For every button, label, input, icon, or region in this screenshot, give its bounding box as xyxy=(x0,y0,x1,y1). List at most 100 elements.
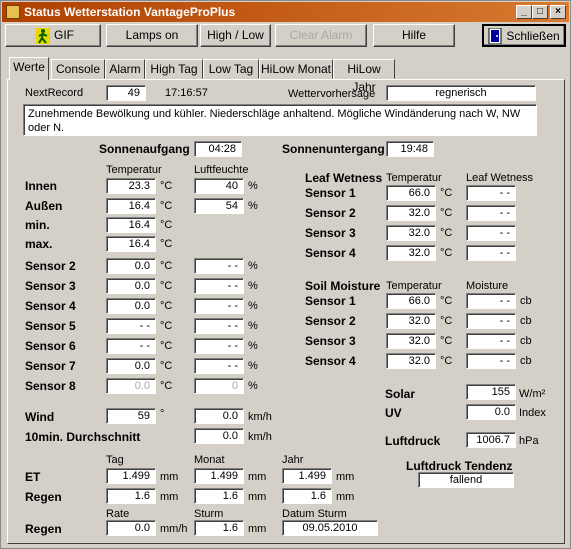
unit-cb: cb xyxy=(520,355,532,367)
high-low-button[interactable]: High / Low xyxy=(200,24,271,47)
unit-mm: mm xyxy=(248,471,267,483)
unit-mm: mm xyxy=(336,491,355,503)
unit-mmh: mm/h xyxy=(160,523,188,535)
solar-label: Solar xyxy=(385,387,416,401)
col-datum-sturm: Datum Sturm xyxy=(282,508,347,520)
soil-temperature-value: 32.0 xyxy=(386,333,436,349)
unit-celsius: °C xyxy=(440,335,453,347)
forecast-text: Zunehmende Bewölkung und kühler. Nieders… xyxy=(23,104,537,136)
temperature-value: 16.4 xyxy=(106,236,156,252)
soil-moisture-value: - - xyxy=(466,293,516,309)
hilfe-button[interactable]: Hilfe xyxy=(373,24,455,47)
regen-rate: 0.0 xyxy=(106,520,156,536)
humidity-value: - - xyxy=(194,298,244,314)
next-record-value: 49 xyxy=(106,85,146,101)
clear-alarm-button[interactable]: Clear Alarm xyxy=(275,24,367,47)
minimize-button[interactable]: _ xyxy=(516,5,532,19)
forecast-label: Wettervorhersage xyxy=(288,88,376,100)
window-title: Status Wetterstation VantageProPlus xyxy=(24,5,236,19)
title-bar: Status Wetterstation VantageProPlus _ □ … xyxy=(2,2,569,22)
wind-avg: 0.0 xyxy=(194,428,244,444)
temperature-value: 0.0 xyxy=(106,258,156,274)
soil-moisture-value: - - xyxy=(466,313,516,329)
soil-sensor-label: Sensor 3 xyxy=(305,334,356,348)
tab-console[interactable]: Console xyxy=(51,59,105,79)
regen-monat: 1.6 xyxy=(194,488,244,504)
unit-percent: % xyxy=(248,260,258,272)
leaf-sensor-label: Sensor 3 xyxy=(305,226,356,240)
humidity-value: 54 xyxy=(194,198,244,214)
solar-value: 155 xyxy=(466,384,516,400)
humidity-value: - - xyxy=(194,338,244,354)
next-record-label: NextRecord xyxy=(25,87,84,99)
col-rate: Rate xyxy=(106,508,130,520)
main-window: Status Wetterstation VantageProPlus _ □ … xyxy=(0,0,571,549)
schliessen-button[interactable]: Schließen xyxy=(482,24,566,47)
sunrise-value: 04:28 xyxy=(194,141,242,157)
unit-celsius: °C xyxy=(440,207,453,219)
et-label: ET xyxy=(25,470,41,484)
sensor-row-label: Sensor 8 xyxy=(25,379,76,393)
unit-kmh: km/h xyxy=(248,411,272,423)
humidity-value: - - xyxy=(194,358,244,374)
close-button[interactable]: × xyxy=(550,5,566,19)
tab-hilow-jahr[interactable]: HiLow Jahr xyxy=(333,59,395,94)
humidity-value: 40 xyxy=(194,178,244,194)
unit-mm: mm xyxy=(160,471,179,483)
schliessen-label: Schließen xyxy=(506,29,560,43)
unit-celsius: °C xyxy=(440,227,453,239)
soil-moisture-title: Soil Moisture xyxy=(305,279,381,293)
unit-mm: mm xyxy=(336,471,355,483)
tab-hilow-monat[interactable]: HiLow Monat xyxy=(259,59,333,79)
tab-high-tag[interactable]: High Tag xyxy=(145,59,203,79)
regen-tag: 1.6 xyxy=(106,488,156,504)
unit-celsius: °C xyxy=(160,380,173,392)
temperature-value: - - xyxy=(106,338,156,354)
unit-percent: % xyxy=(248,280,258,292)
pressure-trend-value: fallend xyxy=(418,472,514,488)
unit-celsius: °C xyxy=(160,219,173,231)
leaf-wetness-title: Leaf Wetness xyxy=(305,171,383,185)
temperature-value: 0.0 xyxy=(106,358,156,374)
col-luftfeuchte: Luftfeuchte xyxy=(194,164,249,176)
sensor-row-label: Sensor 2 xyxy=(25,259,76,273)
soil-sensor-label: Sensor 1 xyxy=(305,294,356,308)
tab-low-tag[interactable]: Low Tag xyxy=(203,59,259,79)
unit-deg: ° xyxy=(160,408,165,420)
regen-rate-label: Regen xyxy=(25,522,62,536)
unit-celsius: °C xyxy=(160,340,173,352)
unit-celsius: °C xyxy=(160,360,173,372)
unit-kmh-avg: km/h xyxy=(248,431,272,443)
lamps-on-button[interactable]: Lamps on xyxy=(106,24,198,47)
leaf-wetness-value: - - xyxy=(466,225,516,241)
leaf-temperature-value: 32.0 xyxy=(386,205,436,221)
sensor-row-label: min. xyxy=(25,218,50,232)
tab-werte[interactable]: Werte xyxy=(9,57,49,80)
unit-cb: cb xyxy=(520,315,532,327)
soil-sensor-label: Sensor 4 xyxy=(305,354,356,368)
sensor-row-label: Sensor 7 xyxy=(25,359,76,373)
col-tag: Tag xyxy=(106,454,124,466)
sensor-row-label: Sensor 5 xyxy=(25,319,76,333)
unit-celsius: °C xyxy=(160,260,173,272)
soil-moisture-value: - - xyxy=(466,353,516,369)
unit-mm: mm xyxy=(248,523,267,535)
unit-percent: % xyxy=(248,180,258,192)
pressure-label: Luftdruck xyxy=(385,434,441,448)
leaf-temperature-value: 32.0 xyxy=(386,245,436,261)
temperature-value: 23.3 xyxy=(106,178,156,194)
leaf-wetness-value: - - xyxy=(466,185,516,201)
maximize-button[interactable]: □ xyxy=(532,5,548,19)
unit-celsius: °C xyxy=(440,295,453,307)
pressure-trend-label: Luftdruck Tendenz xyxy=(406,459,513,473)
unit-celsius: °C xyxy=(160,280,173,292)
unit-celsius: °C xyxy=(160,200,173,212)
unit-hpa: hPa xyxy=(519,435,539,447)
unit-celsius: °C xyxy=(160,238,173,250)
temperature-value: 0.0 xyxy=(106,378,156,394)
gif-button[interactable]: GIF xyxy=(5,24,101,47)
tab-alarm[interactable]: Alarm xyxy=(105,59,145,79)
sensor-row-label: Innen xyxy=(25,179,57,193)
unit-index: Index xyxy=(519,407,546,419)
unit-percent: % xyxy=(248,300,258,312)
